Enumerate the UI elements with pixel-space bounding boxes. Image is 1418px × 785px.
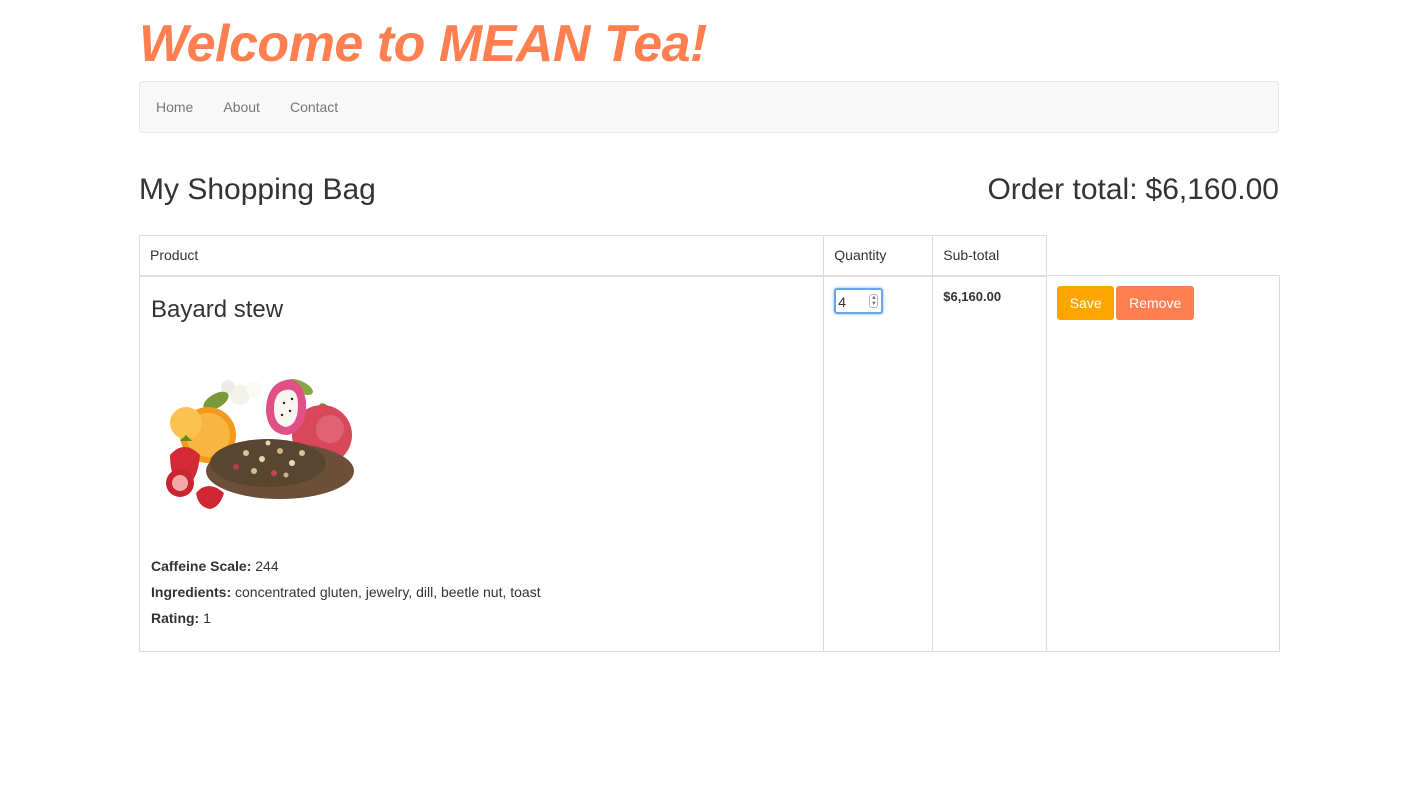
shopping-bag-title: My Shopping Bag xyxy=(139,173,376,206)
subtotal-column-header: Sub-total xyxy=(932,235,1048,277)
product-name: Bayard stew xyxy=(151,295,284,323)
ingredients-value: concentrated gluten, jewelry, dill, beet… xyxy=(235,583,541,600)
site-title: Welcome to MEAN Tea! xyxy=(139,15,707,73)
nav-item-contact[interactable]: Contact xyxy=(275,82,353,132)
nav-list: Home About Contact xyxy=(140,82,1278,132)
rating-label: Rating: xyxy=(151,609,200,626)
rating: Rating: 1 xyxy=(151,605,813,631)
quantity-value[interactable]: 4 xyxy=(838,293,846,311)
caffeine-scale: Caffeine Scale: 244 xyxy=(151,553,813,579)
nav-item-home[interactable]: Home xyxy=(141,82,208,132)
actions-cell: Save Remove xyxy=(1046,275,1280,652)
order-total: Order total: $6,160.00 xyxy=(987,170,1279,210)
stepper-arrows-icon[interactable]: ▲ ▼ xyxy=(869,293,879,308)
ingredients-label: Ingredients: xyxy=(151,583,232,600)
quantity-cell: 4 ▲ ▼ xyxy=(823,275,934,652)
ingredients: Ingredients: concentrated gluten, jewelr… xyxy=(151,579,813,605)
tea-product-image xyxy=(150,343,360,543)
order-total-label: Order total: xyxy=(987,173,1138,206)
subtotal-value: $6,160.00 xyxy=(943,288,1002,304)
navbar: Home About Contact xyxy=(139,81,1279,133)
product-column-header: Product xyxy=(138,235,825,277)
tea-blend-illustration xyxy=(166,378,354,509)
actions-column-header xyxy=(1046,235,1280,276)
remove-button[interactable]: Remove xyxy=(1116,286,1195,320)
table-header-row: Product Quantity Sub-total xyxy=(138,235,1280,277)
table-row: Bayard stew Caffeine Scale: 244 Ingredie… xyxy=(138,275,1280,652)
order-total-value: $6,160.00 xyxy=(1145,173,1279,206)
cart-table: Product Quantity Sub-total Bayard stew C… xyxy=(138,235,1280,652)
product-cell: Bayard stew Caffeine Scale: 244 Ingredie… xyxy=(138,275,825,652)
quantity-stepper[interactable]: 4 ▲ ▼ xyxy=(834,287,884,314)
save-button[interactable]: Save xyxy=(1057,286,1115,320)
quantity-column-header: Quantity xyxy=(823,235,934,277)
subtotal-cell: $6,160.00 xyxy=(932,275,1048,652)
nav-item-about[interactable]: About xyxy=(208,82,275,132)
product-details: Caffeine Scale: 244 Ingredients: concent… xyxy=(150,553,813,641)
caffeine-scale-value: 244 xyxy=(255,557,279,574)
rating-value: 1 xyxy=(203,609,211,626)
caffeine-scale-label: Caffeine Scale: xyxy=(151,557,252,574)
